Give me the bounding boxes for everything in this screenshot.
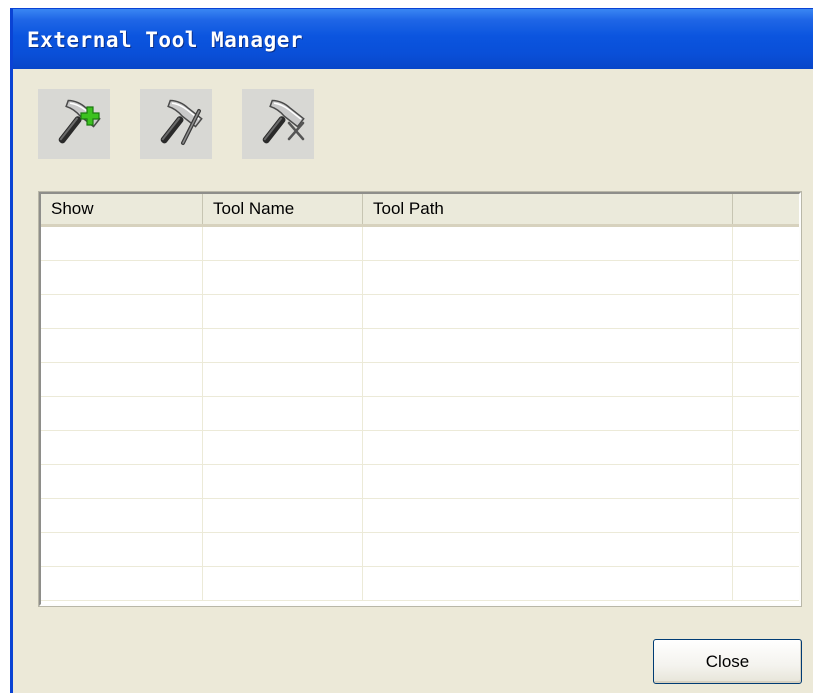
table-cell[interactable] bbox=[203, 465, 363, 498]
table-cell bbox=[733, 567, 799, 600]
table-row[interactable] bbox=[41, 363, 799, 397]
table-cell bbox=[733, 397, 799, 430]
table-cell[interactable] bbox=[363, 567, 733, 600]
close-button[interactable]: Close bbox=[653, 639, 802, 684]
column-header-tool-name[interactable]: Tool Name bbox=[203, 194, 363, 224]
hammer-edit-icon bbox=[160, 99, 203, 145]
table-row[interactable] bbox=[41, 499, 799, 533]
window-title: External Tool Manager bbox=[27, 28, 304, 52]
table-cell bbox=[733, 363, 799, 396]
table-row[interactable] bbox=[41, 261, 799, 295]
table-row[interactable] bbox=[41, 227, 799, 261]
table-cell[interactable] bbox=[363, 295, 733, 328]
table-cell bbox=[733, 431, 799, 464]
table-row[interactable] bbox=[41, 567, 799, 601]
table-cell[interactable] bbox=[363, 397, 733, 430]
table-cell[interactable] bbox=[203, 397, 363, 430]
table-cell bbox=[733, 499, 799, 532]
table-cell[interactable] bbox=[203, 363, 363, 396]
table-cell[interactable] bbox=[363, 329, 733, 362]
table-cell bbox=[733, 533, 799, 566]
column-header-filler bbox=[733, 194, 799, 224]
table-cell[interactable] bbox=[41, 227, 203, 260]
table-cell[interactable] bbox=[203, 295, 363, 328]
table-cell[interactable] bbox=[203, 431, 363, 464]
table-cell[interactable] bbox=[41, 363, 203, 396]
title-bar[interactable]: External Tool Manager bbox=[13, 9, 813, 69]
table-cell[interactable] bbox=[203, 227, 363, 260]
column-header-tool-path[interactable]: Tool Path bbox=[363, 194, 733, 224]
table-cell[interactable] bbox=[41, 261, 203, 294]
table-row[interactable] bbox=[41, 329, 799, 363]
table-cell[interactable] bbox=[363, 465, 733, 498]
table-cell[interactable] bbox=[203, 261, 363, 294]
table-header: Show Tool Name Tool Path bbox=[41, 194, 799, 227]
table-cell[interactable] bbox=[41, 533, 203, 566]
table-row[interactable] bbox=[41, 397, 799, 431]
table-cell[interactable] bbox=[363, 363, 733, 396]
table-row[interactable] bbox=[41, 465, 799, 499]
add-tool-button[interactable] bbox=[38, 89, 110, 159]
table-row[interactable] bbox=[41, 295, 799, 329]
table-cell[interactable] bbox=[363, 261, 733, 294]
edit-tool-button[interactable] bbox=[140, 89, 212, 159]
table-row[interactable] bbox=[41, 533, 799, 567]
table-cell[interactable] bbox=[41, 431, 203, 464]
column-header-show[interactable]: Show bbox=[41, 194, 203, 224]
table-cell[interactable] bbox=[203, 533, 363, 566]
table-cell bbox=[733, 329, 799, 362]
table-cell[interactable] bbox=[41, 295, 203, 328]
table-cell[interactable] bbox=[41, 465, 203, 498]
external-tool-manager-window: External Tool Manager Show Tool Name Too… bbox=[10, 8, 813, 693]
table-cell[interactable] bbox=[363, 533, 733, 566]
table-cell[interactable] bbox=[41, 499, 203, 532]
table-cell[interactable] bbox=[41, 329, 203, 362]
table-cell bbox=[733, 261, 799, 294]
table-cell[interactable] bbox=[41, 397, 203, 430]
table-cell[interactable] bbox=[41, 567, 203, 600]
table-cell bbox=[733, 295, 799, 328]
hammer-remove-icon bbox=[262, 99, 305, 144]
hammer-add-icon bbox=[58, 99, 101, 144]
table-cell[interactable] bbox=[363, 227, 733, 260]
tools-table[interactable]: Show Tool Name Tool Path bbox=[39, 192, 801, 606]
table-cell bbox=[733, 465, 799, 498]
table-row[interactable] bbox=[41, 431, 799, 465]
table-cell[interactable] bbox=[203, 329, 363, 362]
remove-tool-button[interactable] bbox=[242, 89, 314, 159]
table-cell[interactable] bbox=[203, 567, 363, 600]
table-body bbox=[41, 227, 799, 604]
table-cell[interactable] bbox=[363, 431, 733, 464]
table-cell[interactable] bbox=[363, 499, 733, 532]
table-cell bbox=[733, 227, 799, 260]
table-cell[interactable] bbox=[203, 499, 363, 532]
